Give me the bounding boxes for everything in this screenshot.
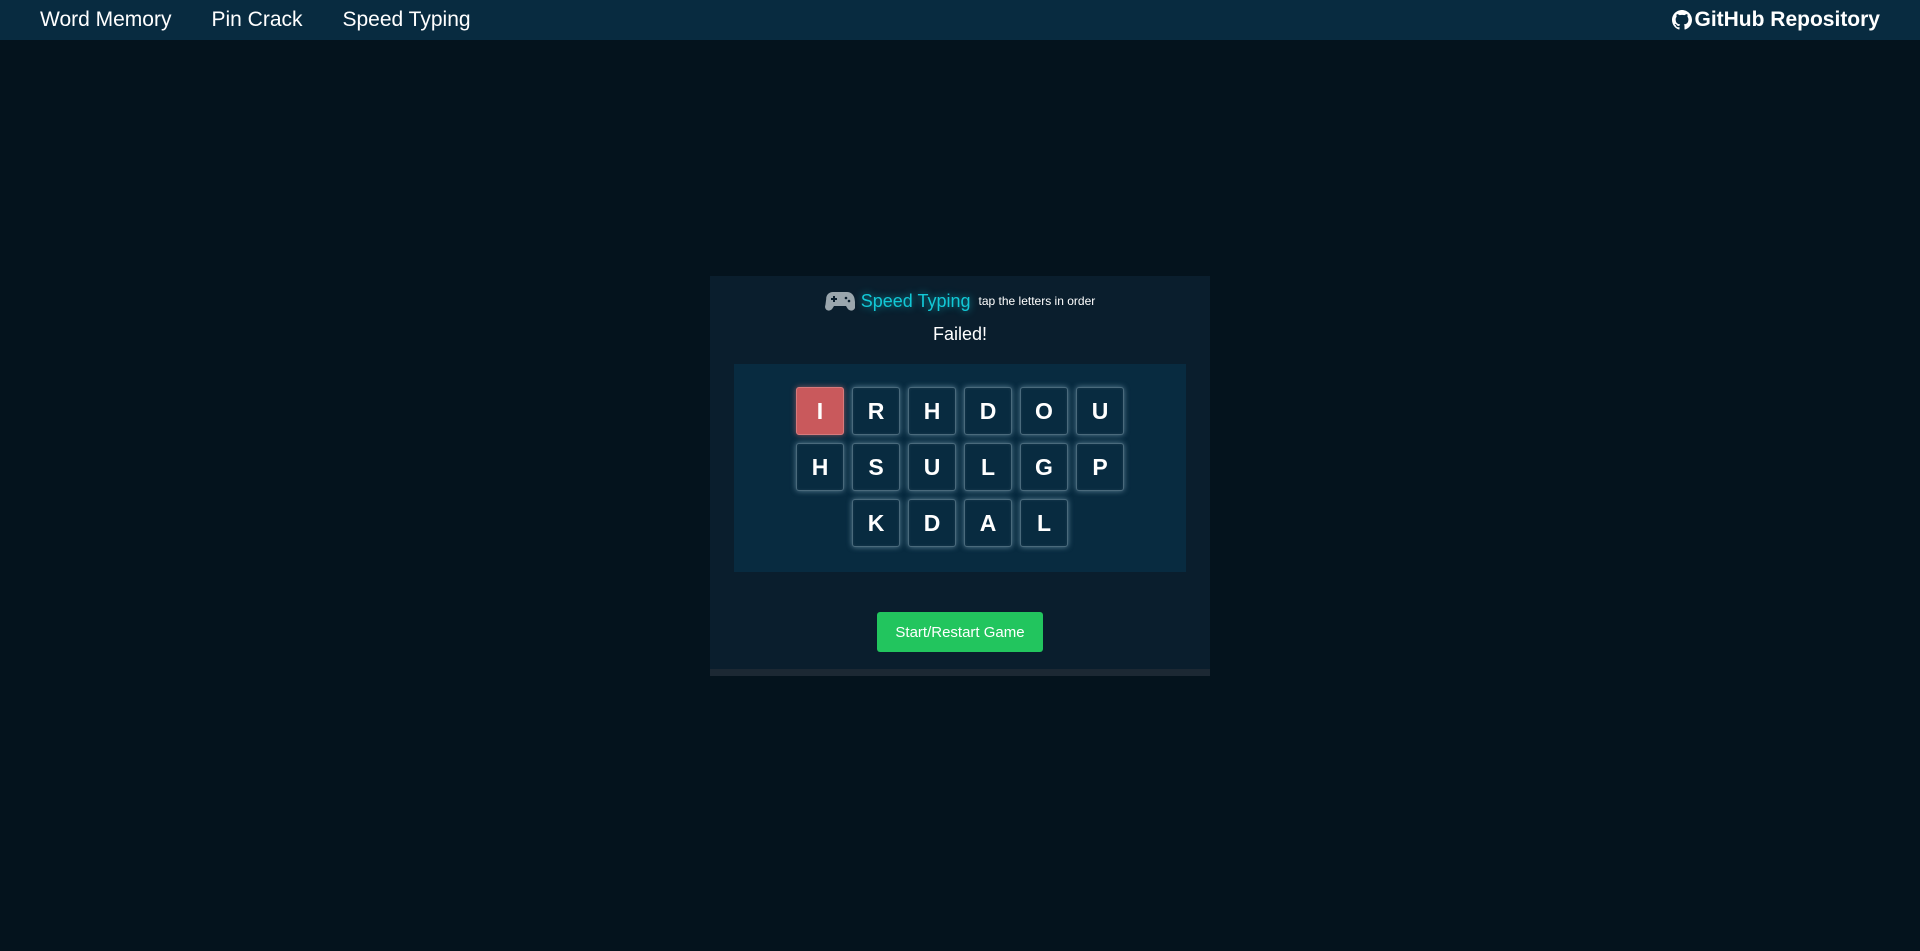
letter-tile[interactable]: U xyxy=(908,443,956,491)
tile-row: H S U L G P xyxy=(734,443,1186,491)
start-restart-button[interactable]: Start/Restart Game xyxy=(877,612,1043,652)
letter-tile[interactable]: K xyxy=(852,499,900,547)
game-title: Speed Typing xyxy=(860,290,971,311)
game-panel: Speed Typing tap the letters in order Fa… xyxy=(710,276,1210,676)
letter-tile-failed[interactable]: I xyxy=(796,387,844,435)
letter-tile[interactable]: L xyxy=(1020,499,1068,547)
letter-tile[interactable]: U xyxy=(1076,387,1124,435)
game-status: Failed! xyxy=(932,324,988,344)
letter-tile[interactable]: A xyxy=(964,499,1012,547)
letter-tile[interactable]: G xyxy=(1020,443,1068,491)
tile-row: I R H D O U xyxy=(734,387,1186,435)
panel-footer-bar xyxy=(710,669,1210,676)
letter-tile[interactable]: R xyxy=(852,387,900,435)
letter-tile[interactable]: O xyxy=(1020,387,1068,435)
top-nav: Word Memory Pin Crack Speed Typing GitHu… xyxy=(0,0,1920,40)
letter-tile[interactable]: H xyxy=(796,443,844,491)
github-repository-link[interactable]: GitHub Repository xyxy=(1672,0,1880,40)
github-icon xyxy=(1672,10,1693,30)
gamepad-icon xyxy=(824,292,855,311)
github-label: GitHub Repository xyxy=(1694,8,1880,31)
tile-row: K D A L xyxy=(734,499,1186,547)
letter-tile[interactable]: P xyxy=(1076,443,1124,491)
letter-board: I R H D O U H S U L G P K D A L xyxy=(734,364,1186,572)
letter-tile[interactable]: S xyxy=(852,443,900,491)
letter-tile[interactable]: L xyxy=(964,443,1012,491)
game-header: Speed Typing tap the letters in order xyxy=(710,286,1210,316)
letter-tile[interactable]: D xyxy=(964,387,1012,435)
nav-link-speed-typing[interactable]: Speed Typing xyxy=(343,8,471,32)
nav-link-pin-crack[interactable]: Pin Crack xyxy=(211,8,302,32)
letter-tile[interactable]: H xyxy=(908,387,956,435)
nav-link-word-memory[interactable]: Word Memory xyxy=(40,8,171,32)
game-subtitle: tap the letters in order xyxy=(978,294,1096,308)
letter-tile[interactable]: D xyxy=(908,499,956,547)
